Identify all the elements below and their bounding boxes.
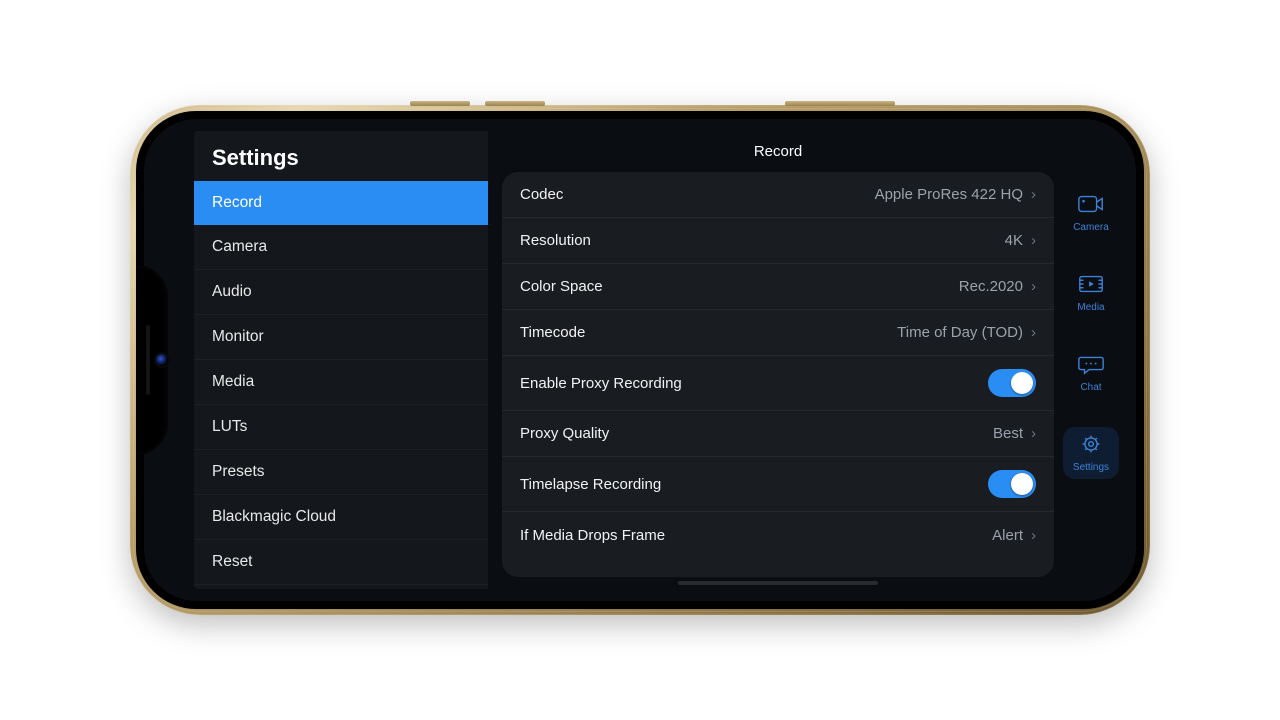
row-enable-proxy-recording: Enable Proxy Recording [502,356,1054,411]
row-label: Codec [520,186,875,203]
rail-item-label: Media [1077,302,1104,313]
screen: Settings RecordCameraAudioMonitorMediaLU… [144,119,1136,601]
row-value: Time of Day (TOD) [897,324,1023,341]
rail-item-label: Camera [1073,222,1109,233]
row-color-space[interactable]: Color SpaceRec.2020 › [502,264,1054,310]
row-proxy-quality[interactable]: Proxy QualityBest › [502,411,1054,457]
sidebar-title: Settings [194,131,488,181]
chevron-right-icon: › [1031,426,1036,441]
row-timecode[interactable]: TimecodeTime of Day (TOD) › [502,310,1054,356]
row-label: Resolution [520,232,1005,249]
scroll-indicator [678,581,878,585]
row-label: Proxy Quality [520,425,993,442]
phone-button [485,101,545,106]
settings-panel: CodecApple ProRes 422 HQ›Resolution4K›Co… [502,172,1054,577]
sidebar-item-camera[interactable]: Camera [194,225,488,270]
row-resolution[interactable]: Resolution4K › [502,218,1054,264]
sidebar-item-presets[interactable]: Presets [194,450,488,495]
sidebar-item-record[interactable]: Record [194,181,488,225]
rail-item-chat[interactable]: Chat [1063,347,1119,399]
rail-item-settings[interactable]: Settings [1063,427,1119,479]
sidebar-item-audio[interactable]: Audio [194,270,488,315]
row-label: Timelapse Recording [520,476,988,493]
settings-sidebar: Settings RecordCameraAudioMonitorMediaLU… [194,131,488,589]
chevron-right-icon: › [1031,187,1036,202]
sidebar-item-monitor[interactable]: Monitor [194,315,488,360]
camera-icon [1077,193,1105,218]
phone-notch [136,265,168,455]
toggle-enable-proxy-recording[interactable] [988,369,1036,397]
rail-item-label: Chat [1080,382,1101,393]
row-label: Color Space [520,278,959,295]
row-value: Alert [992,527,1023,544]
chevron-right-icon: › [1031,325,1036,340]
rail-item-label: Settings [1073,462,1109,473]
phone-frame: Settings RecordCameraAudioMonitorMediaLU… [130,105,1150,615]
chevron-right-icon: › [1031,233,1036,248]
row-timelapse-recording: Timelapse Recording [502,457,1054,512]
chevron-right-icon: › [1031,279,1036,294]
rail-item-camera[interactable]: Camera [1063,187,1119,239]
toggle-timelapse-recording[interactable] [988,470,1036,498]
rail-item-media[interactable]: Media [1063,267,1119,319]
phone-button [785,101,895,106]
row-label: If Media Drops Frame [520,527,992,544]
settings-main: Record CodecApple ProRes 422 HQ›Resoluti… [502,131,1054,589]
row-value: Apple ProRes 422 HQ [875,186,1023,203]
settings-icon [1077,433,1105,458]
row-codec[interactable]: CodecApple ProRes 422 HQ › [502,172,1054,218]
chevron-right-icon: › [1031,528,1036,543]
phone-button [410,101,470,106]
row-value: Best [993,425,1023,442]
app-root: Settings RecordCameraAudioMonitorMediaLU… [194,131,1124,589]
sidebar-item-luts[interactable]: LUTs [194,405,488,450]
front-camera [156,354,168,366]
speaker-grille [146,325,150,395]
row-label: Enable Proxy Recording [520,375,988,392]
row-value: Rec.2020 [959,278,1023,295]
phone-bezel: Settings RecordCameraAudioMonitorMediaLU… [136,111,1144,609]
media-icon [1077,273,1105,298]
row-label: Timecode [520,324,897,341]
right-rail: Camera Media Chat Settings [1058,131,1124,589]
row-if-media-drops-frame[interactable]: If Media Drops FrameAlert › [502,512,1054,558]
sidebar-item-blackmagic-cloud[interactable]: Blackmagic Cloud [194,495,488,540]
row-value: 4K [1005,232,1023,249]
settings-nav: RecordCameraAudioMonitorMediaLUTsPresets… [194,181,488,589]
sidebar-item-media[interactable]: Media [194,360,488,405]
sidebar-item-reset[interactable]: Reset [194,540,488,585]
chat-icon [1077,353,1105,378]
main-title: Record [502,131,1054,172]
